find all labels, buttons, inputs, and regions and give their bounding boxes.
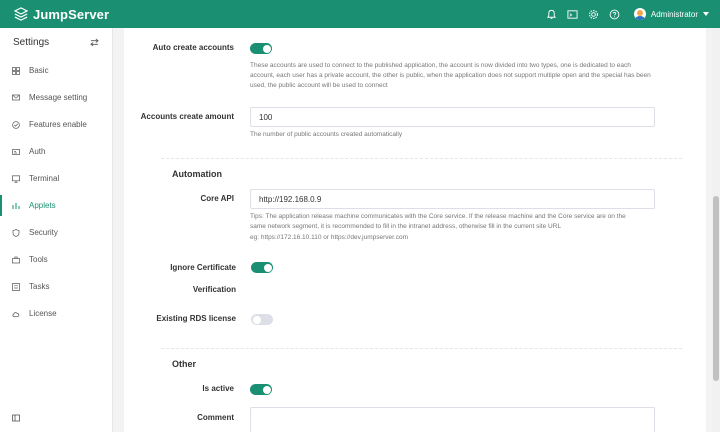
sidebar-item-label: Tasks xyxy=(29,282,50,291)
user-menu[interactable]: Administrator xyxy=(633,8,709,20)
settings-sidebar: Settings Basic Message setting Features … xyxy=(0,28,113,432)
task-list-icon xyxy=(12,282,20,291)
sidebar-item-label: Security xyxy=(29,228,58,237)
automation-section-title: Automation xyxy=(172,169,222,179)
comment-textarea[interactable] xyxy=(250,407,655,432)
section-divider xyxy=(161,348,682,349)
ignore-certificate-label-line-2: Verification xyxy=(192,285,236,294)
shield-icon xyxy=(12,228,20,237)
auto-create-accounts-label: Auto create accounts xyxy=(152,43,234,52)
core-api-label: Core API xyxy=(200,194,235,203)
sidebar-item-label: Terminal xyxy=(29,174,60,183)
logo[interactable]: JumpServer xyxy=(14,7,109,22)
other-section-title: Other xyxy=(172,359,197,369)
monitor-icon xyxy=(12,174,20,183)
chevron-down-icon xyxy=(703,12,709,16)
sidebar-item-auth[interactable]: Auth xyxy=(0,138,112,165)
scrollbar-thumb[interactable] xyxy=(713,196,719,381)
sidebar-item-message-setting[interactable]: Message setting xyxy=(0,84,112,111)
applets-settings-form: Auto create accounts These accounts are … xyxy=(124,28,706,432)
sidebar-item-label: Message setting xyxy=(29,93,88,102)
switch-arrows-icon[interactable] xyxy=(90,38,99,47)
is-active-toggle[interactable] xyxy=(250,384,272,395)
sidebar-item-label: Tools xyxy=(29,255,48,264)
collapse-sidebar-icon[interactable] xyxy=(12,414,20,422)
jumpserver-logo-icon xyxy=(14,7,28,21)
id-card-icon xyxy=(12,148,20,156)
sidebar-item-basic[interactable]: Basic xyxy=(0,57,112,84)
sidebar-item-applets[interactable]: Applets xyxy=(0,192,112,219)
sidebar-item-label: Features enable xyxy=(29,120,87,129)
grid-icon xyxy=(12,66,20,75)
sidebar-item-terminal[interactable]: Terminal xyxy=(0,165,112,192)
ignore-certificate-toggle[interactable] xyxy=(251,262,273,273)
page-scrollbar[interactable] xyxy=(712,28,720,432)
auto-create-accounts-help: These accounts are used to connect to th… xyxy=(250,62,651,89)
sidebar-item-label: License xyxy=(29,309,57,318)
cloud-icon xyxy=(12,310,20,318)
sidebar-item-label: Applets xyxy=(29,201,56,210)
existing-rds-license-label: Existing RDS license xyxy=(156,314,236,323)
user-name: Administrator xyxy=(650,9,698,19)
accounts-create-amount-help: The number of public accounts created au… xyxy=(250,131,403,138)
sidebar-title: Settings xyxy=(13,36,50,48)
core-api-help-line-3: eg: https://172.16.10.110 or https://dev… xyxy=(250,234,409,241)
ignore-certificate-label: Ignore Certificate xyxy=(170,263,236,272)
auto-create-accounts-toggle[interactable] xyxy=(250,43,272,54)
gear-icon[interactable] xyxy=(588,8,600,20)
bell-icon[interactable] xyxy=(546,8,558,20)
accounts-create-amount-input[interactable]: 100 xyxy=(250,107,655,127)
sidebar-item-license[interactable]: License xyxy=(0,300,112,327)
check-circle-icon xyxy=(12,120,20,129)
sidebar-item-label: Auth xyxy=(29,147,46,156)
app-name: JumpServer xyxy=(33,6,110,22)
applet-icon xyxy=(12,202,20,210)
web-terminal-icon[interactable] xyxy=(567,8,579,20)
accounts-create-amount-label: Accounts create amount xyxy=(140,112,234,121)
core-api-input[interactable]: http://192.168.0.9 xyxy=(250,189,655,209)
avatar xyxy=(633,8,646,20)
is-active-label: Is active xyxy=(202,384,234,393)
sidebar-item-label: Basic xyxy=(29,66,49,75)
top-navbar: JumpServer Administrator xyxy=(0,0,720,28)
existing-rds-license-toggle[interactable] xyxy=(251,314,273,325)
message-icon xyxy=(12,94,20,102)
sidebar-item-security[interactable]: Security xyxy=(0,219,112,246)
core-api-help-line-2: same network segment, it is recommended … xyxy=(250,223,562,230)
core-api-help-line-1: Tips: The application release machine co… xyxy=(250,213,626,220)
help-icon[interactable] xyxy=(609,8,621,20)
sidebar-item-features-enable[interactable]: Features enable xyxy=(0,111,112,138)
sidebar-item-tasks[interactable]: Tasks xyxy=(0,273,112,300)
comment-label: Comment xyxy=(197,413,234,422)
section-divider xyxy=(161,158,682,159)
toolbox-icon xyxy=(12,256,20,264)
sidebar-item-tools[interactable]: Tools xyxy=(0,246,112,273)
